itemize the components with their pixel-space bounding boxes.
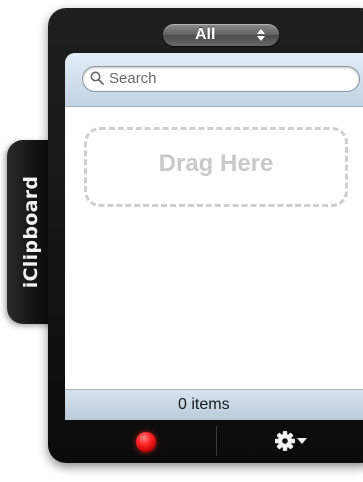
- item-count: 0 items: [178, 396, 230, 413]
- bottom-toolbar: [48, 420, 363, 463]
- search-icon: [90, 71, 104, 85]
- category-selector[interactable]: All: [163, 24, 279, 46]
- search-placeholder: Search: [109, 70, 157, 87]
- dropdown-arrow-icon: [297, 438, 307, 444]
- content-panel: Search Drag Here 0 items: [65, 53, 363, 420]
- drag-drop-zone[interactable]: Drag Here: [84, 127, 348, 207]
- side-tab-label: iClipboard: [20, 175, 42, 289]
- clipboard-window: All Search Drag Here 0 items: [48, 8, 363, 463]
- record-icon: [136, 432, 156, 452]
- iclipboard-window-stage: iClipboard All Search Drag Here 0 items: [0, 0, 363, 482]
- gear-icon: [275, 431, 295, 451]
- updown-arrows-icon: [257, 29, 265, 41]
- toolbar-divider: [216, 426, 217, 456]
- drag-drop-label: Drag Here: [158, 150, 274, 177]
- settings-menu-button[interactable]: [272, 428, 314, 454]
- record-button[interactable]: [134, 430, 158, 454]
- category-selector-label: All: [195, 26, 216, 43]
- search-bar: Search: [65, 53, 363, 107]
- search-input[interactable]: Search: [82, 66, 360, 92]
- status-bar: 0 items: [65, 389, 363, 420]
